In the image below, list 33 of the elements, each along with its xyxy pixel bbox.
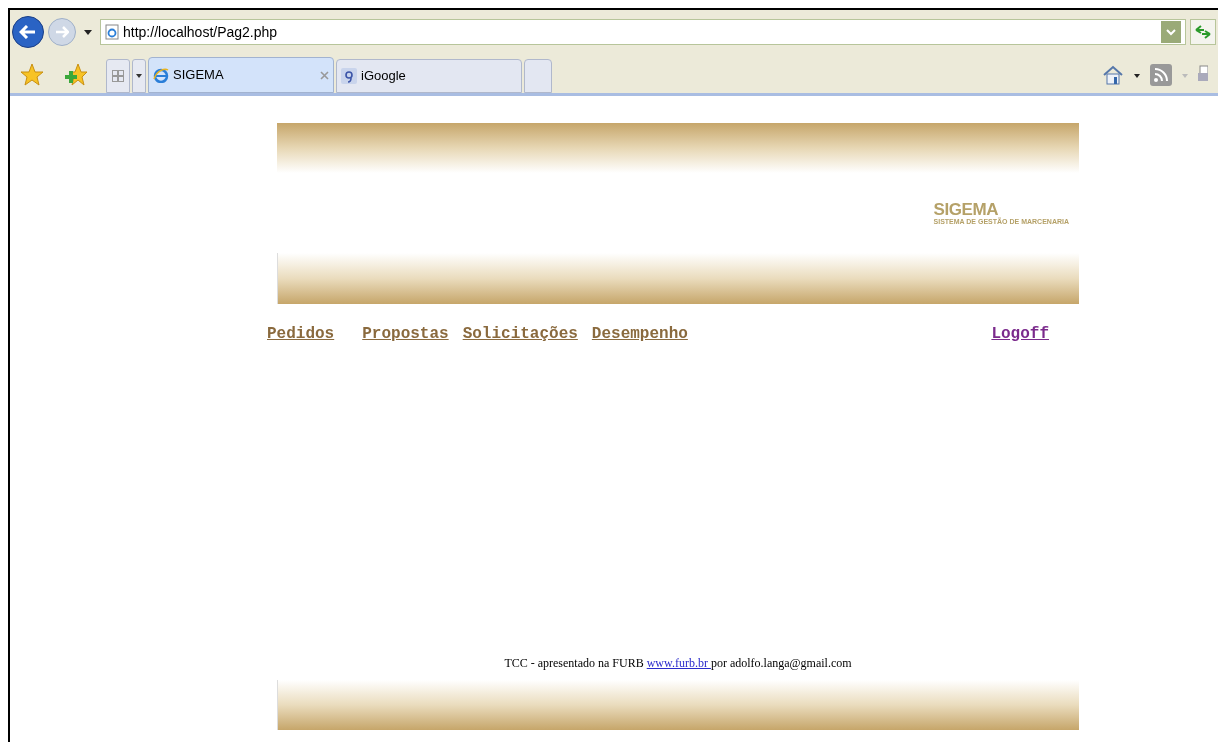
close-icon[interactable] [320, 70, 329, 80]
new-tab-button[interactable] [524, 59, 552, 93]
nav-link[interactable]: Desempenho [591, 322, 688, 346]
nav-link[interactable]: Pedidos [267, 322, 335, 346]
tab-label: iGoogle [361, 67, 407, 86]
dropdown-icon[interactable] [1161, 21, 1181, 43]
browser-tab[interactable]: SIGEMA [148, 57, 334, 93]
grid-icon [112, 70, 124, 82]
home-icon[interactable] [1102, 64, 1124, 86]
forward-arrow-icon [55, 26, 69, 38]
refresh-icon [1194, 25, 1212, 39]
caret-icon[interactable] [1134, 74, 1140, 78]
browser-icon [153, 67, 169, 83]
nav-link[interactable]: Propostas [362, 322, 449, 346]
nav-link[interactable]: Solicitações [462, 322, 578, 346]
footer-text: TCC - apresentado na FURB www.furb.br por adolfo.langa@gmail.com [503, 655, 853, 672]
address-field[interactable]: http://localhost/Pag2.php [100, 19, 1186, 45]
nav-link[interactable]: Logoff [991, 322, 1049, 346]
browser-tab[interactable]: iGoogle [336, 59, 522, 93]
page-icon [105, 24, 119, 40]
star-icon[interactable] [20, 63, 44, 87]
back-button[interactable] [12, 16, 44, 48]
g-icon [341, 68, 357, 84]
feed-icon[interactable] [1150, 64, 1172, 86]
caret-icon [136, 74, 142, 78]
tab-list-button[interactable] [132, 59, 146, 93]
add-favorite-icon[interactable] [64, 63, 88, 87]
furb-link[interactable]: www.furb.br [646, 656, 711, 670]
tab-label: SIGEMA [173, 66, 225, 85]
back-arrow-icon [19, 25, 37, 39]
quick-tabs-button[interactable] [106, 59, 130, 93]
refresh-button[interactable] [1190, 19, 1216, 45]
dropdown-icon [84, 29, 92, 35]
